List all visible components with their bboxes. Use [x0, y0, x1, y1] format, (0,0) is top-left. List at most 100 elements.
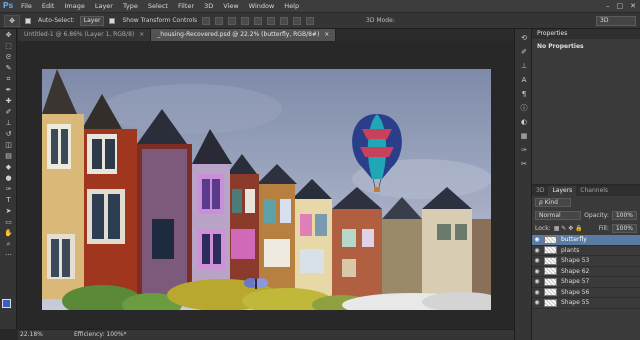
layer-kind-filter[interactable]: ρ Kind	[535, 198, 571, 207]
align-top-icon[interactable]	[202, 16, 211, 25]
opacity-label: Opacity:	[584, 212, 609, 219]
menu-select[interactable]: Select	[143, 0, 173, 12]
brush-tool-icon[interactable]: ✐	[3, 108, 14, 117]
align-center-icon[interactable]	[254, 16, 263, 25]
gradient-tool-icon[interactable]: ▤	[3, 152, 14, 161]
lock-row: Lock: ▦ ✎ ✥ 🔒 Fill: 100%	[532, 222, 640, 235]
styles-panel-icon[interactable]: ▦	[519, 132, 529, 141]
menu-edit[interactable]: Edit	[37, 0, 60, 12]
adjustments-panel-icon[interactable]: ◐	[519, 118, 529, 127]
visibility-eye-icon[interactable]: ◉	[532, 289, 542, 296]
layer-name: Shape 62	[561, 267, 590, 275]
3d-mode-label: 3D Mode:	[366, 17, 395, 24]
crop-tool-icon[interactable]: ⌗	[3, 75, 14, 84]
menu-window[interactable]: Window	[244, 0, 280, 12]
blend-mode-dropdown[interactable]: Normal	[535, 211, 582, 220]
history-brush-tool-icon[interactable]: ↺	[3, 130, 14, 139]
eyedropper-tool-icon[interactable]: ✒	[3, 86, 14, 95]
lock-label: Lock:	[535, 225, 551, 232]
zoom-tool-icon[interactable]: ⌕	[3, 240, 14, 249]
menu-help[interactable]: Help	[279, 0, 304, 12]
hand-tool-icon[interactable]: ✋	[3, 229, 14, 238]
layer-row-shape-56[interactable]: ◉ Shape 56	[532, 288, 640, 298]
visibility-eye-icon[interactable]: ◉	[532, 299, 542, 306]
type-tool-icon[interactable]: T	[3, 196, 14, 205]
layer-thumbnail	[544, 256, 557, 265]
visibility-eye-icon[interactable]: ◉	[532, 278, 542, 285]
menu-image[interactable]: Image	[59, 0, 89, 12]
tab-close-icon[interactable]: ×	[324, 31, 329, 38]
lasso-tool-icon[interactable]: ᘓ	[3, 53, 14, 62]
move-tool-preset-icon[interactable]: ✥	[4, 14, 20, 27]
character-panel-icon[interactable]: A	[519, 76, 529, 85]
pen-tool-icon[interactable]: ✑	[3, 185, 14, 194]
layer-row-shape-55[interactable]: ◉ Shape 55	[532, 298, 640, 309]
maximize-icon[interactable]: □	[617, 2, 624, 10]
paragraph-panel-icon[interactable]: ¶	[519, 90, 529, 99]
menu-file[interactable]: File	[16, 0, 37, 12]
dodge-tool-icon[interactable]: ●	[3, 174, 14, 183]
properties-tab[interactable]: Properties	[532, 29, 640, 39]
tab-close-icon[interactable]: ×	[139, 31, 144, 38]
layer-name: plants	[561, 246, 580, 254]
tab-layers[interactable]: Layers	[548, 186, 577, 196]
healing-tool-icon[interactable]: ✚	[3, 97, 14, 106]
align-right-icon[interactable]	[267, 16, 276, 25]
opacity-input[interactable]: 100%	[611, 211, 637, 220]
tab-untitled[interactable]: Untitled-1 @ 6.86% (Layer 1, RGB/8) ×	[18, 29, 152, 41]
layer-row-butterfly[interactable]: ◉ butterfly	[532, 235, 640, 246]
more-tools-icon[interactable]: ···	[3, 251, 14, 260]
align-bottom-icon[interactable]	[228, 16, 237, 25]
brush-panel-icon[interactable]: ✐	[519, 48, 529, 57]
visibility-eye-icon[interactable]: ◉	[532, 268, 542, 275]
zoom-level[interactable]: 22.18%	[20, 330, 43, 340]
close-icon[interactable]: ✕	[630, 2, 636, 10]
visibility-eye-icon[interactable]: ◉	[532, 247, 542, 254]
shape-tool-icon[interactable]: ▭	[3, 218, 14, 227]
menu-view[interactable]: View	[218, 0, 243, 12]
move-tool-icon[interactable]: ✥	[3, 31, 14, 40]
status-bar: 22.18% Efficiency: 100%*	[18, 329, 514, 340]
distribute-middle-icon[interactable]	[293, 16, 302, 25]
align-left-icon[interactable]	[241, 16, 250, 25]
workspace-dropdown[interactable]: 3D	[596, 16, 636, 26]
transform-controls-label: Show Transform Controls	[122, 17, 198, 24]
auto-select-dropdown[interactable]: Layer	[79, 15, 105, 26]
document-canvas[interactable]	[42, 69, 491, 310]
align-middle-icon[interactable]	[215, 16, 224, 25]
clone-source-icon[interactable]: ⊥	[519, 62, 529, 71]
menu-3d[interactable]: 3D	[199, 0, 218, 12]
visibility-eye-icon[interactable]: ◉	[532, 257, 542, 264]
menu-filter[interactable]: Filter	[173, 0, 199, 12]
history-panel-icon[interactable]: ⟲	[519, 34, 529, 43]
menu-layer[interactable]: Layer	[90, 0, 118, 12]
menu-type[interactable]: Type	[118, 0, 143, 12]
paths-panel-icon[interactable]: ✑	[519, 146, 529, 155]
visibility-eye-icon[interactable]: ◉	[532, 236, 542, 243]
fill-input[interactable]: 100%	[611, 224, 637, 233]
distribute-bottom-icon[interactable]	[306, 16, 315, 25]
distribute-icon[interactable]	[280, 16, 289, 25]
layer-row-shape-53[interactable]: ◉ Shape 53	[532, 256, 640, 267]
tab-3d[interactable]: 3D	[532, 186, 548, 196]
stamp-tool-icon[interactable]: ⊥	[3, 119, 14, 128]
layer-row-plants[interactable]: ◉ plants	[532, 246, 640, 256]
foreground-color-swatch[interactable]	[2, 299, 11, 308]
eraser-tool-icon[interactable]: ◫	[3, 141, 14, 150]
auto-select-checkbox[interactable]	[25, 17, 31, 24]
marquee-tool-icon[interactable]: ⬚	[3, 42, 14, 51]
tab-label: Untitled-1 @ 6.86% (Layer 1, RGB/8)	[24, 31, 135, 38]
tab-channels[interactable]: Channels	[576, 186, 612, 196]
blur-tool-icon[interactable]: ◆	[3, 163, 14, 172]
tab-housing[interactable]: _housing-Recovered.psd @ 22.2% (butterfl…	[151, 29, 337, 41]
layer-row-shape-62[interactable]: ◉ Shape 62	[532, 267, 640, 277]
tool-presets-icon[interactable]: ✂	[519, 160, 529, 169]
layer-row-shape-57[interactable]: ◉ Shape 57	[532, 277, 640, 288]
transform-controls-checkbox[interactable]	[109, 17, 116, 24]
lock-icons[interactable]: ▦ ✎ ✥ 🔒	[554, 225, 583, 232]
layers-panel: 3D Layers Channels ρ Kind Normal Opacity…	[532, 186, 640, 340]
info-panel-icon[interactable]: ⓘ	[519, 104, 529, 113]
quick-select-tool-icon[interactable]: ✎	[3, 64, 14, 73]
minimize-icon[interactable]: –	[606, 2, 610, 10]
path-select-tool-icon[interactable]: ➤	[3, 207, 14, 216]
